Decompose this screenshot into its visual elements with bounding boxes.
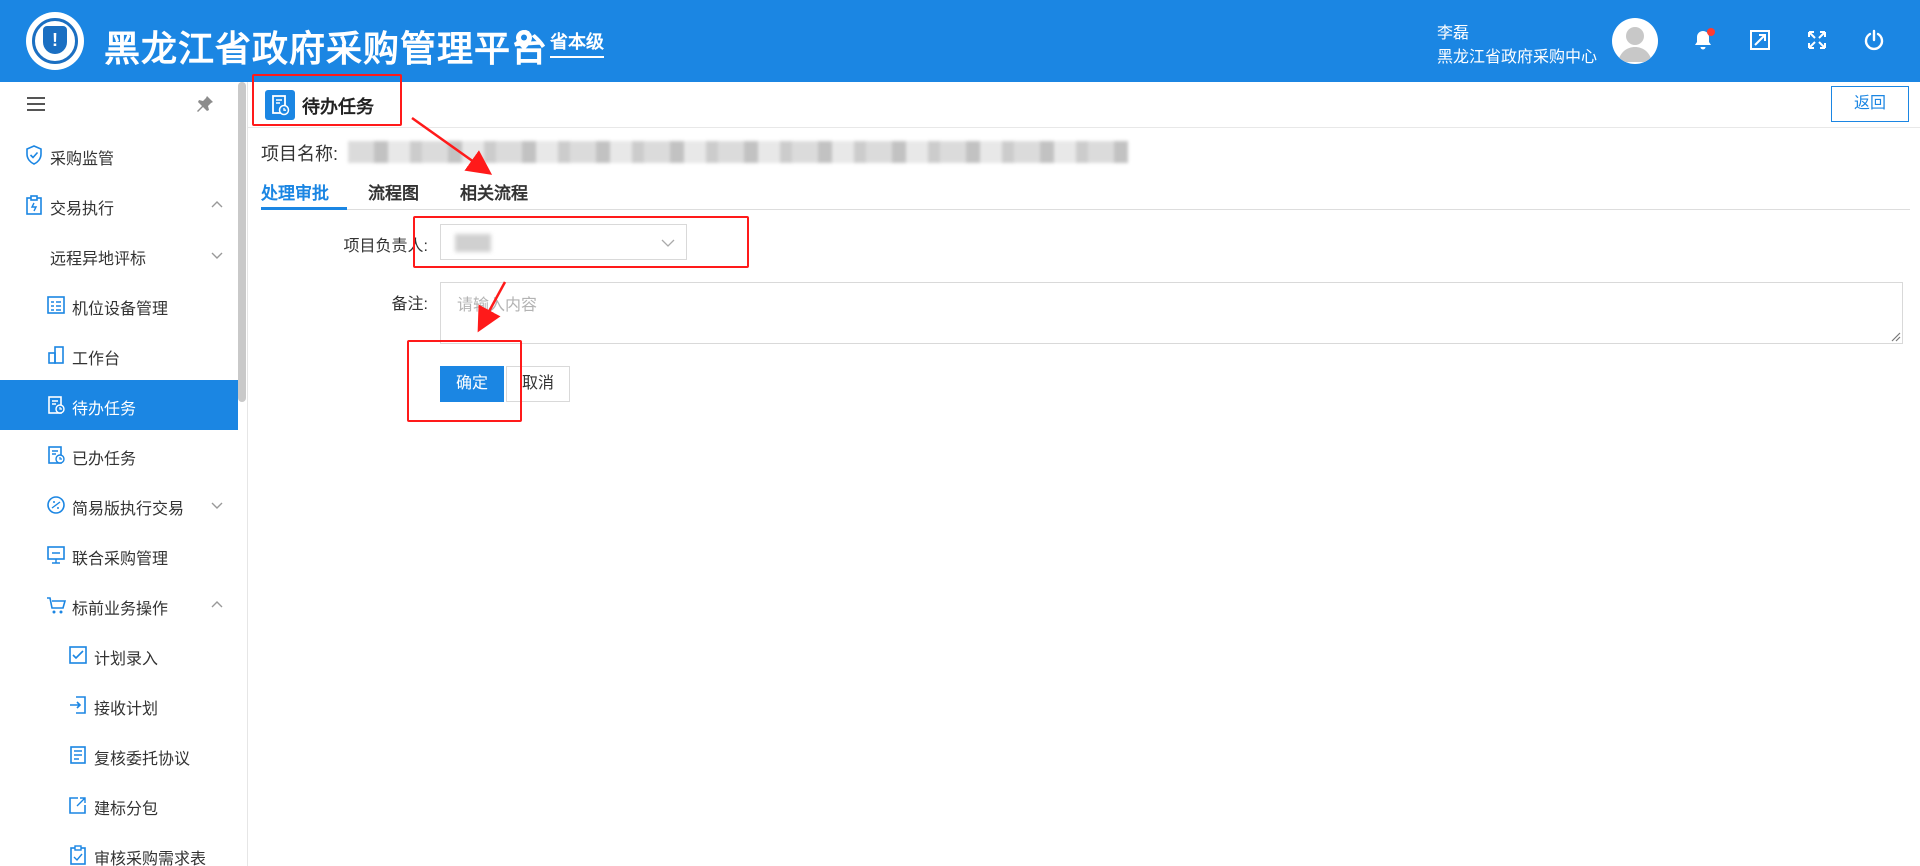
sidebar-item-receive-plan[interactable]: 接收计划	[0, 680, 238, 730]
sidebar-item-simple-trade[interactable]: 简易版执行交易	[0, 480, 238, 530]
sidebar-item-review-agreement[interactable]: 复核委托协议	[0, 730, 238, 780]
todo-task-icon	[48, 396, 65, 414]
annotation-box-title	[252, 74, 402, 126]
annotation-box-owner	[413, 216, 749, 268]
user-name: 李磊	[1437, 25, 1470, 42]
fullscreen-icon[interactable]	[1806, 29, 1828, 51]
sidebar-item-joint-purchase[interactable]: 联合采购管理	[0, 530, 238, 580]
logo: !	[26, 12, 84, 70]
location-selector[interactable]: 省本级	[550, 28, 604, 58]
user-organization: 黑龙江省政府采购中心	[1437, 49, 1598, 66]
sidebar-item-done-tasks[interactable]: 已办任务	[0, 430, 238, 480]
pin-icon[interactable]	[196, 95, 214, 113]
notification-dot	[1707, 28, 1715, 36]
chevron-down-icon	[211, 502, 223, 509]
chevron-down-icon	[211, 252, 223, 259]
tab-bar: 处理审批 流程图 相关流程	[261, 174, 1910, 210]
clipboard-icon	[26, 195, 42, 215]
sidebar-item-pre-bid-operations[interactable]: 标前业务操作	[0, 580, 238, 630]
location-pin-icon	[516, 30, 532, 50]
power-icon[interactable]	[1863, 29, 1885, 51]
chevron-up-icon	[211, 201, 223, 208]
sidebar-item-plan-entry[interactable]: 计划录入	[0, 630, 238, 680]
top-header: ! 黑龙江省政府采购管理平台 省本级 李磊 黑龙江省政府采购中心	[0, 0, 1920, 82]
agreement-icon	[70, 746, 86, 764]
cart-icon	[47, 597, 66, 614]
project-name-value-redacted	[348, 141, 1128, 163]
page-header: 待办任务 返回	[248, 82, 1920, 128]
menu-toggle-icon[interactable]	[27, 96, 45, 112]
receive-plan-icon	[70, 696, 86, 714]
sidebar-item-transaction-execution[interactable]: 交易执行	[0, 180, 238, 230]
done-task-icon	[48, 446, 65, 464]
tab-flowchart[interactable]: 流程图	[368, 179, 419, 204]
package-icon	[69, 797, 86, 814]
chevron-up-icon	[211, 601, 223, 608]
remark-label: 备注:	[391, 296, 428, 313]
window-switch-icon[interactable]	[1749, 29, 1771, 51]
avatar[interactable]	[1612, 18, 1658, 64]
remark-textarea[interactable]	[440, 282, 1903, 344]
owner-label: 项目负责人:	[343, 238, 428, 255]
sidebar-item-seat-device-management[interactable]: 机位设备管理	[0, 280, 238, 330]
shield-check-icon	[26, 145, 42, 165]
app-title: 黑龙江省政府采购管理平台	[104, 28, 549, 69]
sidebar-toolbar	[0, 82, 238, 128]
workbench-icon	[48, 346, 64, 364]
review-demand-icon	[70, 845, 86, 865]
simple-trade-icon	[47, 496, 65, 514]
resize-handle-icon[interactable]	[1889, 330, 1901, 342]
joint-purchase-icon	[47, 546, 65, 564]
back-button[interactable]: 返回	[1831, 86, 1909, 122]
annotation-box-confirm	[407, 340, 522, 422]
sidebar-scrollbar[interactable]	[238, 82, 246, 402]
device-list-icon	[47, 296, 65, 314]
tab-process-approval[interactable]: 处理审批	[261, 179, 329, 204]
sidebar-item-bid-package[interactable]: 建标分包	[0, 780, 238, 830]
project-name-label: 项目名称:	[261, 144, 339, 164]
active-tab-indicator	[261, 207, 347, 210]
bell-icon[interactable]	[1692, 28, 1715, 51]
sidebar-item-remote-evaluation[interactable]: 远程异地评标	[0, 230, 238, 280]
sidebar-item-review-demand[interactable]: 审核采购需求表	[0, 830, 238, 866]
main-content: 待办任务 返回 项目名称: 处理审批 流程图 相关流程 项目负责人: 备注: 确…	[248, 82, 1920, 866]
sidebar-item-workbench[interactable]: 工作台	[0, 330, 238, 380]
tab-related-process[interactable]: 相关流程	[460, 179, 528, 204]
sidebar-item-todo-tasks[interactable]: 待办任务	[0, 380, 238, 430]
sidebar-item-procurement-supervision[interactable]: 采购监管	[0, 130, 238, 180]
plan-entry-icon	[69, 646, 87, 664]
sidebar: 采购监管 交易执行 远程异地评标 机位设备管理 工作台 待办任务 已办任务 简易…	[0, 82, 248, 866]
